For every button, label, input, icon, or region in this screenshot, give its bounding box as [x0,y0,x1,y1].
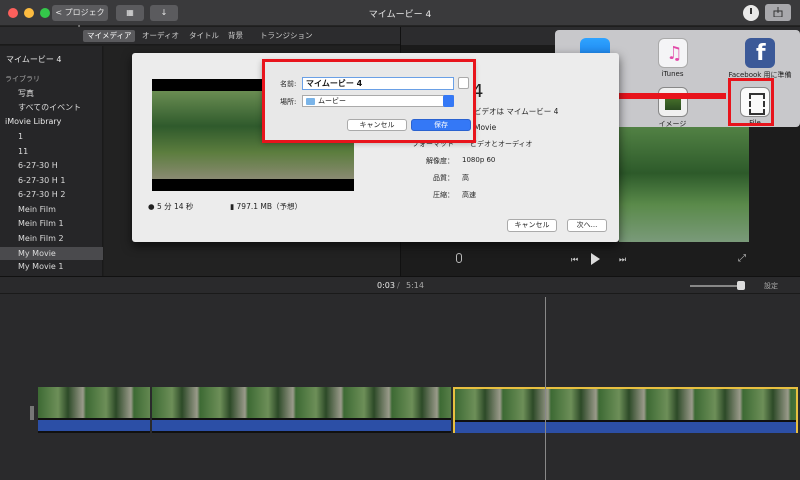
export-kind: Movie [474,123,497,132]
import-button[interactable]: ↓ [150,5,178,21]
media-tabs: マイメディア オーディオ タイトル 背景 トランジション [0,27,400,45]
sidebar-section-library: ライブラリ [5,75,40,83]
clip-thumbnails [455,389,796,420]
tab-audio[interactable]: オーディオ [142,30,179,42]
zoom-slider-knob[interactable] [737,281,745,290]
sidebar-imovie-library[interactable]: iMovie Library [5,117,61,126]
clip-thumbnails [38,387,150,418]
quality-select[interactable]: 高 [462,173,469,183]
timeline-handle[interactable] [30,406,34,420]
clip-audio-waveform [38,420,150,431]
skip-back-icon[interactable]: ⏮ [571,255,579,264]
skip-forward-icon[interactable]: ⏭ [619,255,627,264]
sidebar-project[interactable]: マイムービー 4 [6,54,61,65]
resolution-label: 解像度： [426,157,454,165]
play-icon[interactable] [591,253,600,265]
tab-transitions[interactable]: トランジション [260,30,313,42]
sidebar-event-selected[interactable]: My Movie [0,247,103,260]
sidebar-event[interactable]: My Movie 1 [18,262,64,271]
share-facebook[interactable]: Facebook 用に準備 [720,38,800,80]
sidebar-event[interactable]: 11 [18,147,28,156]
total-time: 5:14 [406,281,424,290]
window-title: マイムービー 4 [368,10,432,20]
sidebar-event[interactable]: 6-27-30 H [18,161,58,170]
playhead[interactable] [545,297,546,480]
library-sidebar: マイムービー 4 ライブラリ 写真 すべてのイベント iMovie Librar… [0,46,103,276]
microphone-icon[interactable] [456,253,462,263]
tab-backgrounds[interactable]: 背景 [228,30,243,42]
timeline-header: 0:03 / 5:14 設定 [0,277,800,294]
projects-back-button[interactable]: < プロジェクト [52,5,108,33]
fullscreen-icon[interactable]: ⤢ [738,253,746,264]
tab-titles[interactable]: タイトル [189,30,219,42]
clip-thumbnails [152,387,451,418]
sidebar-event[interactable]: Mein Film 2 [18,234,64,243]
quality-label: 品質： [433,174,454,182]
file-highlight-box [728,78,774,126]
facebook-icon [745,38,775,68]
timeline-settings-button[interactable]: 設定 [764,281,778,291]
resolution-select[interactable]: 1080p 60 [462,156,495,164]
image-icon [657,87,688,117]
clip-audio-waveform [455,422,796,433]
title-bar: < プロジェクト ▦ ↓ マイムービー 4 [0,0,800,33]
compress-label: 圧縮： [433,191,454,199]
share-button[interactable] [765,4,791,21]
viewer-video [619,117,749,242]
sidebar-item-photos[interactable]: 写真 [18,88,34,99]
duration-text: ● 5 分 14 秒 [148,202,194,211]
timeline-clip-selected[interactable] [453,387,798,433]
filesize-text: ▮ 797.1 MB（予想） [230,202,303,211]
sidebar-event[interactable]: 6-27-30 H 2 [18,190,65,199]
time-separator: / [397,281,400,290]
file-size-icon: ▮ [230,202,235,211]
minimize-window-button[interactable] [24,8,34,18]
timeline: 0:03 / 5:14 設定 [0,276,800,480]
close-window-button[interactable] [8,8,18,18]
sidebar-event[interactable]: 6-27-30 H 1 [18,176,65,185]
export-description: ビデオは マイムービー 4 [474,107,559,116]
clip-audio-waveform [152,420,451,431]
format-select[interactable]: ビデオとオーディオ [470,139,533,149]
timeline-clip[interactable] [152,387,451,433]
timeline-clip[interactable] [38,387,150,433]
sidebar-event[interactable]: Mein Film [18,205,56,214]
media-browser-button[interactable]: ▦ [116,5,144,21]
save-sheet-highlight-box [262,59,476,143]
clock-icon: ● [148,202,155,211]
export-next-button[interactable]: 次へ... [567,219,607,232]
sidebar-item-all-events[interactable]: すべてのイベント [18,102,81,113]
itunes-icon [657,38,688,68]
clock-icon[interactable] [743,5,759,21]
current-time: 0:03 [377,281,395,290]
export-cancel-button[interactable]: キャンセル [507,219,557,232]
sidebar-event[interactable]: 1 [18,132,23,141]
share-itunes[interactable]: iTunes [650,38,695,78]
tab-my-media[interactable]: マイメディア [83,30,136,42]
compress-select[interactable]: 高速 [462,190,476,200]
share-icon [773,7,783,17]
zoom-window-button[interactable] [40,8,50,18]
sidebar-event[interactable]: Mein Film 1 [18,219,64,228]
